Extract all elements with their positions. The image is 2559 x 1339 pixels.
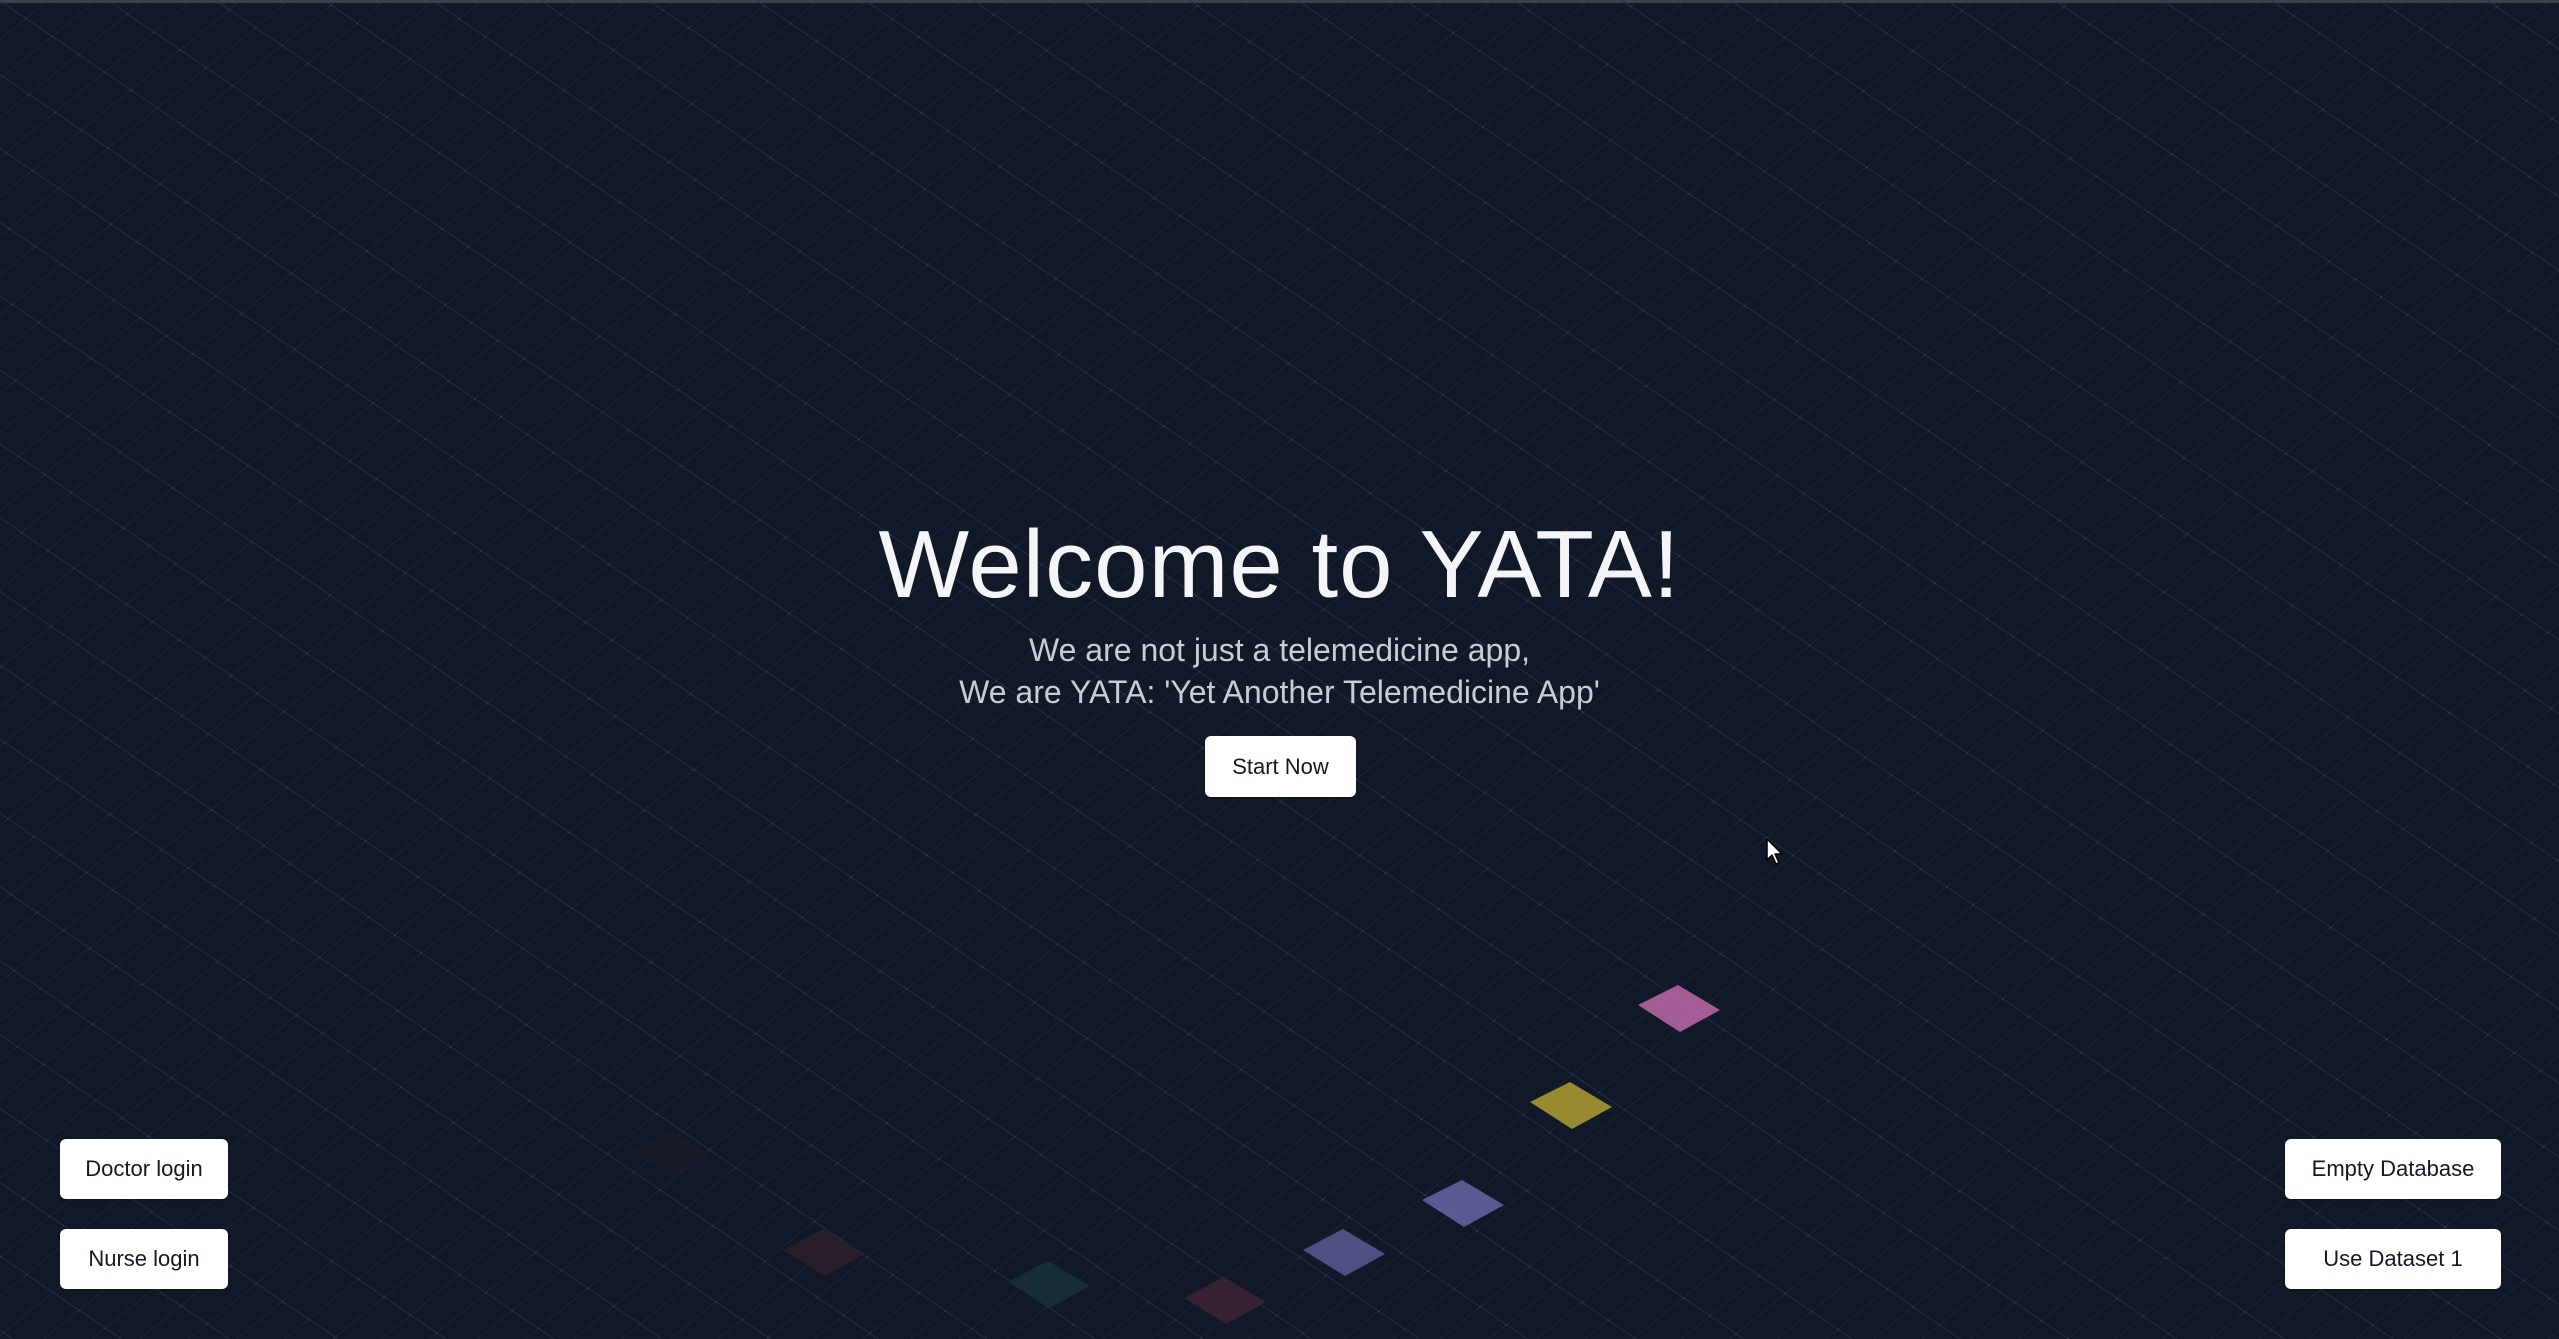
- hero-subtitle-line1: We are not just a telemedicine app,: [1028, 632, 1531, 668]
- hero-section: Welcome to YATA! We are not just a telem…: [0, 505, 2559, 713]
- hero-subtitle-line2: We are YATA: 'Yet Another Telemedicine A…: [959, 674, 1600, 710]
- page-title: Welcome to YATA!: [878, 511, 1681, 618]
- hero-subtitle: We are not just a telemedicine app, We a…: [0, 629, 2559, 713]
- landing-page: Welcome to YATA! We are not just a telem…: [0, 0, 2559, 1339]
- nurse-login-button[interactable]: Nurse login: [60, 1229, 228, 1289]
- mouse-pointer-icon: [1766, 838, 1783, 865]
- doctor-login-button[interactable]: Doctor login: [60, 1139, 228, 1199]
- start-now-button[interactable]: Start Now: [1205, 736, 1356, 797]
- empty-database-button[interactable]: Empty Database: [2285, 1139, 2501, 1199]
- use-dataset-button[interactable]: Use Dataset 1: [2285, 1229, 2501, 1289]
